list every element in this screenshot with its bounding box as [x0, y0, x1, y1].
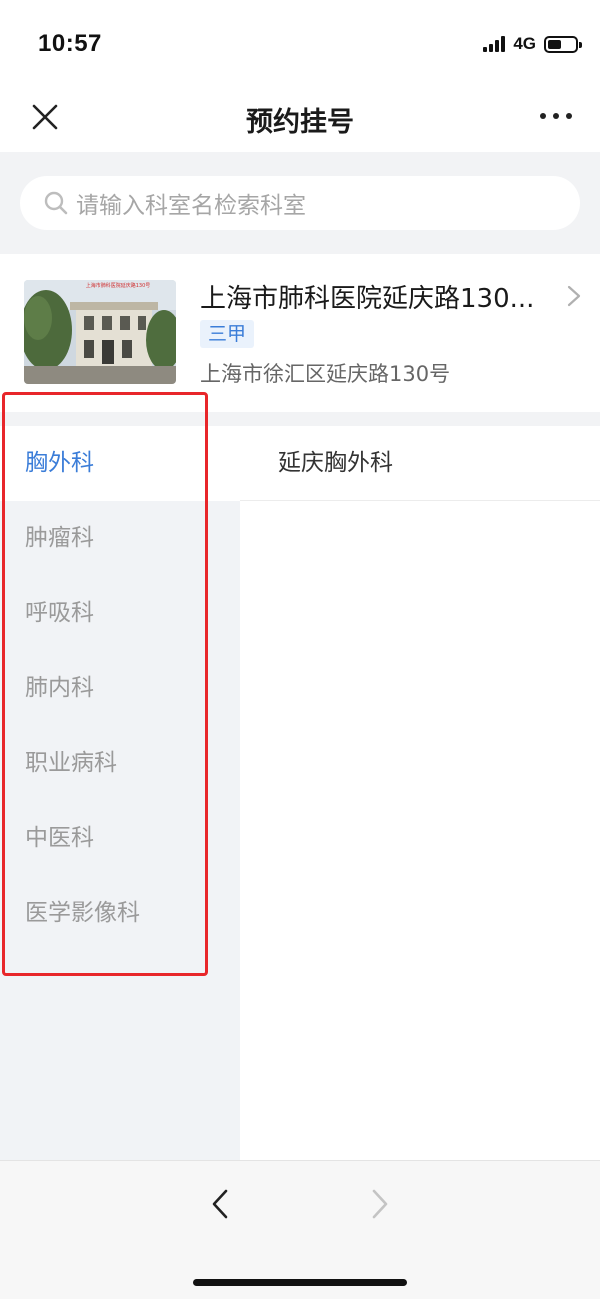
department-item-thoracic-surgery[interactable]: 胸外科: [0, 426, 240, 501]
battery-icon: [544, 35, 582, 53]
search-input[interactable]: 请输入科室名检索科室: [20, 176, 580, 230]
status-time: 10:57: [38, 30, 102, 57]
forward-arrow-icon[interactable]: [366, 1187, 394, 1221]
sub-department-item[interactable]: 延庆胸外科: [240, 426, 600, 501]
status-bar: 10:57 4G: [0, 0, 600, 86]
page-title: 预约挂号: [246, 107, 354, 138]
hospital-photo: 上海市肺科医院延庆路130号: [24, 280, 176, 384]
more-icon[interactable]: [540, 108, 572, 124]
search-area: 请输入科室名检索科室: [0, 152, 600, 254]
hospital-name: 上海市肺科医院延庆路130...: [200, 284, 535, 314]
department-item-oncology[interactable]: 肿瘤科: [0, 501, 240, 576]
hospital-address: 上海市徐汇区延庆路130号: [200, 362, 451, 386]
department-sidebar: 胸外科 肿瘤科 呼吸科 肺内科 职业病科 中医科 医学影像科: [0, 426, 240, 1160]
department-item-medical-imaging[interactable]: 医学影像科: [0, 876, 240, 951]
department-item-respiratory[interactable]: 呼吸科: [0, 576, 240, 651]
department-item-occupational-disease[interactable]: 职业病科: [0, 726, 240, 801]
signal-icon: [483, 36, 506, 52]
network-type: 4G: [513, 34, 536, 53]
home-indicator: [193, 1279, 407, 1286]
sub-department-list: 延庆胸外科: [240, 426, 600, 1160]
chevron-right-icon: [567, 285, 581, 307]
department-item-pulmonary-medicine[interactable]: 肺内科: [0, 651, 240, 726]
search-placeholder: 请输入科室名检索科室: [76, 193, 306, 219]
hospital-photo-caption: 上海市肺科医院延庆路130号: [86, 282, 151, 289]
section-divider: [0, 412, 600, 426]
nav-bar: 预约挂号: [0, 86, 600, 152]
bottom-toolbar: [0, 1160, 600, 1299]
status-icons: 4G: [483, 33, 582, 55]
back-arrow-icon[interactable]: [206, 1187, 234, 1221]
search-icon: [44, 191, 68, 215]
hospital-card[interactable]: 上海市肺科医院延庆路130号 上海市肺科医院延庆路130... 三甲 上海市徐汇…: [0, 254, 600, 412]
department-item-tcm[interactable]: 中医科: [0, 801, 240, 876]
grade-badge: 三甲: [200, 320, 255, 348]
